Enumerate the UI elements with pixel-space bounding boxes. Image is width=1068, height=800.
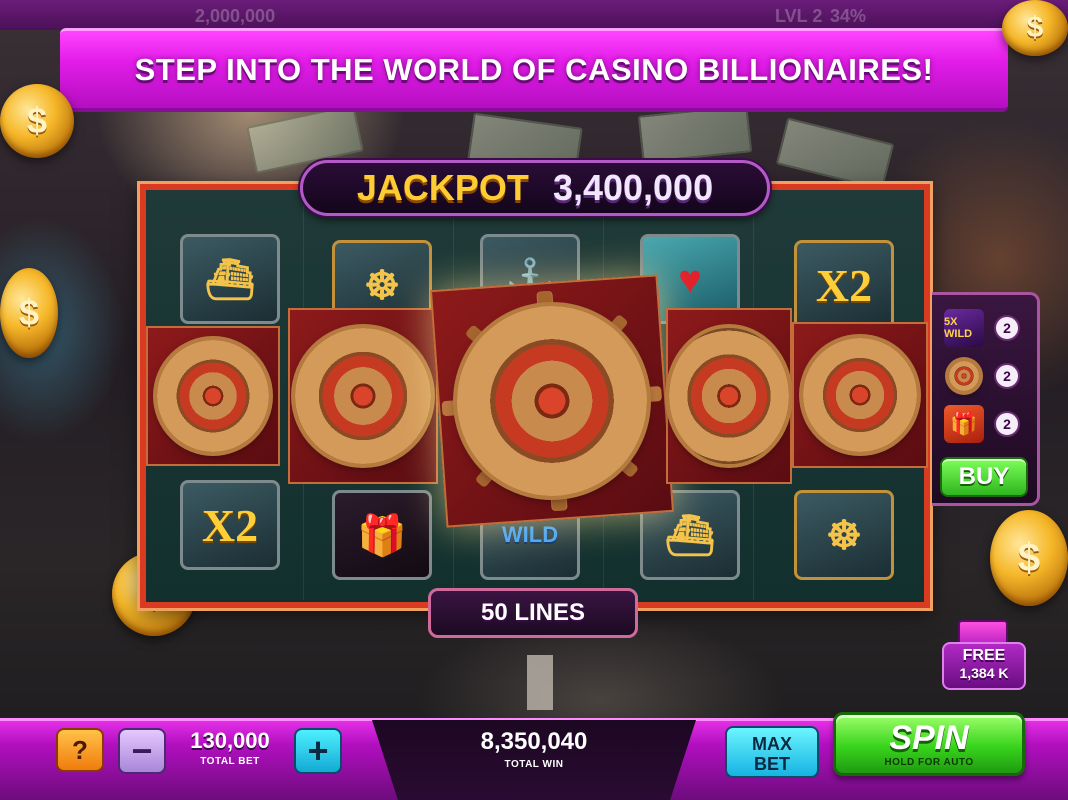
- increase-bet-button[interactable]: +: [294, 728, 342, 774]
- spin-subtitle: HOLD FOR AUTO: [884, 757, 974, 768]
- total-bet-label: TOTAL BET: [200, 756, 260, 767]
- balance-display: 2,000,000: [195, 6, 276, 26]
- wild-5x-icon: 5X WILD: [944, 309, 984, 347]
- ship-wheel-icon: [284, 317, 442, 475]
- spin-label: SPIN: [889, 719, 969, 757]
- top-hud-bar: 2,000,000 LVL 2 34%: [0, 0, 1068, 30]
- ship-wheel-icon: [944, 357, 984, 395]
- help-button[interactable]: ?: [56, 728, 104, 772]
- paylines-indicator: 50 LINES: [428, 588, 638, 638]
- max-bet-label-line1: MAX: [752, 734, 792, 754]
- gold-coin-icon: $: [1002, 0, 1068, 56]
- total-win-label: TOTAL WIN: [504, 759, 564, 770]
- free-amount-text: 1,384 K: [959, 665, 1009, 681]
- decrease-bet-button[interactable]: −: [118, 728, 166, 774]
- ship-wheel-symbol: ☸: [794, 490, 894, 580]
- free-label-text: FREE: [962, 647, 1006, 664]
- total-win-value: 8,350,040: [480, 728, 588, 755]
- ship-wheel-icon: [148, 331, 278, 461]
- free-coins-label: FREE 1,384 K: [942, 642, 1026, 690]
- yacht-symbol: ⛴: [180, 234, 280, 324]
- level-progress: 34%: [830, 6, 867, 26]
- jackpot-label: JACKPOT: [356, 167, 529, 208]
- free-coins-button[interactable]: FREE 1,384 K: [942, 620, 1026, 692]
- gold-coin-icon: $: [0, 84, 74, 158]
- ship-wheel-icon: [650, 317, 808, 475]
- level-display: LVL 2: [775, 6, 823, 26]
- x2-symbol: X2: [794, 240, 894, 330]
- bonus-side-panel: 5X WILD 2 2 🎁 2 BUY: [932, 292, 1040, 506]
- total-win-display: 8,350,040 TOTAL WIN: [372, 720, 696, 800]
- spin-button[interactable]: SPIN HOLD FOR AUTO: [833, 712, 1025, 776]
- promo-banner-text: STEP INTO THE WORLD OF CASINO BILLIONAIR…: [134, 51, 934, 87]
- total-bet-display: 130,000 TOTAL BET: [166, 728, 294, 776]
- gift-count-badge: 2: [994, 411, 1020, 437]
- promo-banner: STEP INTO THE WORLD OF CASINO BILLIONAIR…: [60, 28, 1008, 112]
- winning-ship-wheel-tile: [284, 308, 442, 484]
- side-item-wild: 5X WILD 2: [944, 309, 1020, 347]
- winning-ship-wheel-tile: [650, 308, 808, 484]
- ship-wheel-icon: [793, 328, 927, 462]
- winning-ship-wheel-tile: [792, 322, 928, 468]
- side-item-wheel: 2: [944, 357, 1020, 395]
- total-bet-value: 130,000: [190, 728, 270, 753]
- winning-ship-wheel-tile-center: [429, 274, 675, 528]
- winning-ship-wheel-tile: [146, 326, 280, 466]
- side-item-gift: 🎁 2: [944, 405, 1020, 443]
- max-bet-label-line2: BET: [754, 754, 790, 774]
- ship-wheel-icon: [441, 290, 663, 512]
- gold-coin-icon: $: [990, 510, 1068, 606]
- road-marking: [527, 655, 553, 710]
- wheel-count-badge: 2: [994, 363, 1020, 389]
- gold-coin-icon: $: [0, 268, 58, 358]
- buy-button[interactable]: BUY: [940, 457, 1028, 497]
- gift-icon: 🎁: [944, 405, 984, 443]
- jackpot-value: 3,400,000: [552, 167, 714, 208]
- x2-symbol: X2: [180, 480, 280, 570]
- wild-count-badge: 2: [994, 315, 1020, 341]
- max-bet-button[interactable]: MAX BET: [725, 726, 819, 778]
- gift-box-symbol: 🎁: [332, 490, 432, 580]
- jackpot-display: JACKPOT 3,400,000: [300, 160, 770, 216]
